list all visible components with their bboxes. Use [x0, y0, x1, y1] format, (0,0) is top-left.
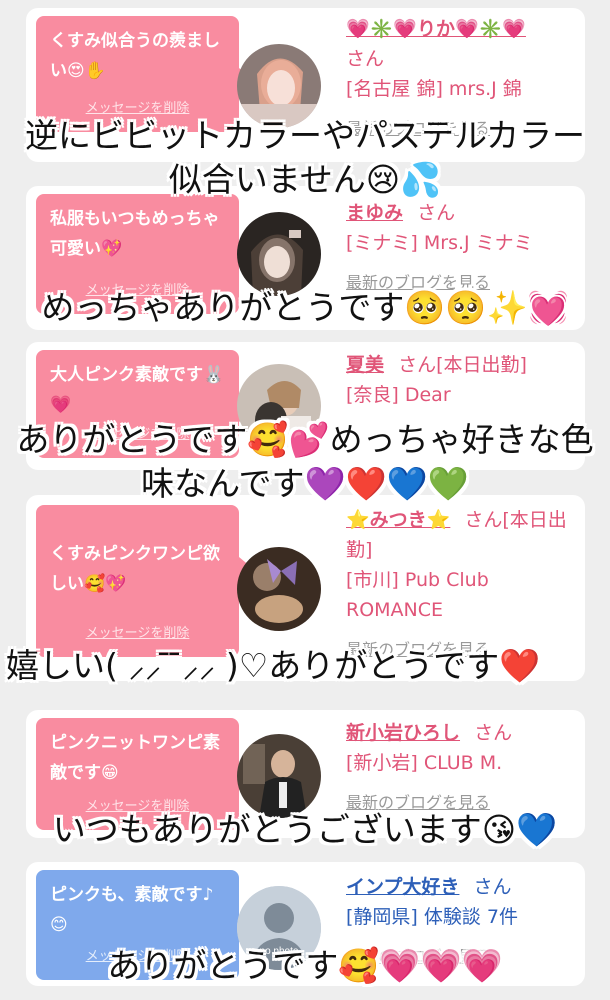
- comment-text: くすみ似合うの羨ましい😍✋: [50, 31, 220, 81]
- sender-info: 新小岩ひろし さん [新小岩] CLUB M. 最新のブログを見る: [346, 718, 578, 818]
- avatar[interactable]: [237, 212, 321, 296]
- reply-caption: 嬉しい( ⸝⸝ ̄ ̄⸝⸝ )♡ありがとうです❤️: [6, 646, 541, 685]
- reply-caption: いつもありがとうございます😘💙: [52, 810, 558, 849]
- comment-text: 大人ピンク素敵です🐰💗: [50, 365, 225, 415]
- comment-bubble: くすみピンクワンピ欲しい🥰💖 メッセージを削除: [36, 505, 251, 657]
- reply-caption: ありがとうです🥰💗💗💗: [107, 946, 503, 985]
- reply-caption: めっちゃありがとうです🥺🥺✨💓: [41, 288, 569, 327]
- shop-label[interactable]: [名古屋 錦] mrs.J 錦: [346, 74, 578, 104]
- honorific: さん: [417, 202, 456, 224]
- shop-label[interactable]: [ミナミ] Mrs.J ミナミ: [346, 228, 578, 258]
- comment-text: くすみピンクワンピ欲しい🥰💖: [50, 544, 220, 594]
- sender-name[interactable]: 💗✳️💗りか💗✳️💗: [346, 18, 526, 40]
- honorific: さん: [473, 876, 512, 898]
- sender-info: 夏美 さん[本日出勤] [奈良] Dear: [346, 350, 578, 410]
- sender-name[interactable]: 新小岩ひろし: [346, 722, 460, 744]
- sender-info: まゆみ さん [ミナミ] Mrs.J ミナミ 最新のブログを見る: [346, 198, 578, 298]
- reply-caption: 逆にビビットカラーやパステルカラー似合いません😢💦: [24, 116, 585, 199]
- sender-name[interactable]: まゆみ: [346, 202, 403, 224]
- sender-info: ⭐みつき⭐ さん[本日出勤] [市川] Pub Club ROMANCE 最新の…: [346, 505, 578, 665]
- comment-text: ピンクも、素敵です♪😊: [50, 885, 214, 935]
- honorific: さん[本日出勤]: [398, 354, 527, 376]
- comment-text: ピンクニットワンピ素敵です😁: [50, 733, 220, 783]
- honorific: さん: [346, 48, 385, 70]
- sender-name[interactable]: インプ大好き: [346, 876, 459, 898]
- avatar[interactable]: [237, 734, 321, 818]
- sender-name[interactable]: ⭐みつき⭐: [346, 509, 450, 531]
- shop-label[interactable]: [市川] Pub Club ROMANCE: [346, 565, 578, 625]
- shop-label[interactable]: [奈良] Dear: [346, 380, 578, 410]
- avatar[interactable]: [237, 547, 321, 631]
- comment-text: 私服もいつもめっちゃ可愛い💖: [50, 209, 220, 259]
- sender-name[interactable]: 夏美: [346, 354, 384, 376]
- honorific: さん: [474, 722, 513, 744]
- shop-label[interactable]: [静岡県] 体験談 7件: [346, 902, 578, 932]
- shop-label[interactable]: [新小岩] CLUB M.: [346, 748, 578, 778]
- reply-caption: ありがとうです🥰💕めっちゃ好きな色味なんです💜❤️💙💚: [16, 420, 594, 503]
